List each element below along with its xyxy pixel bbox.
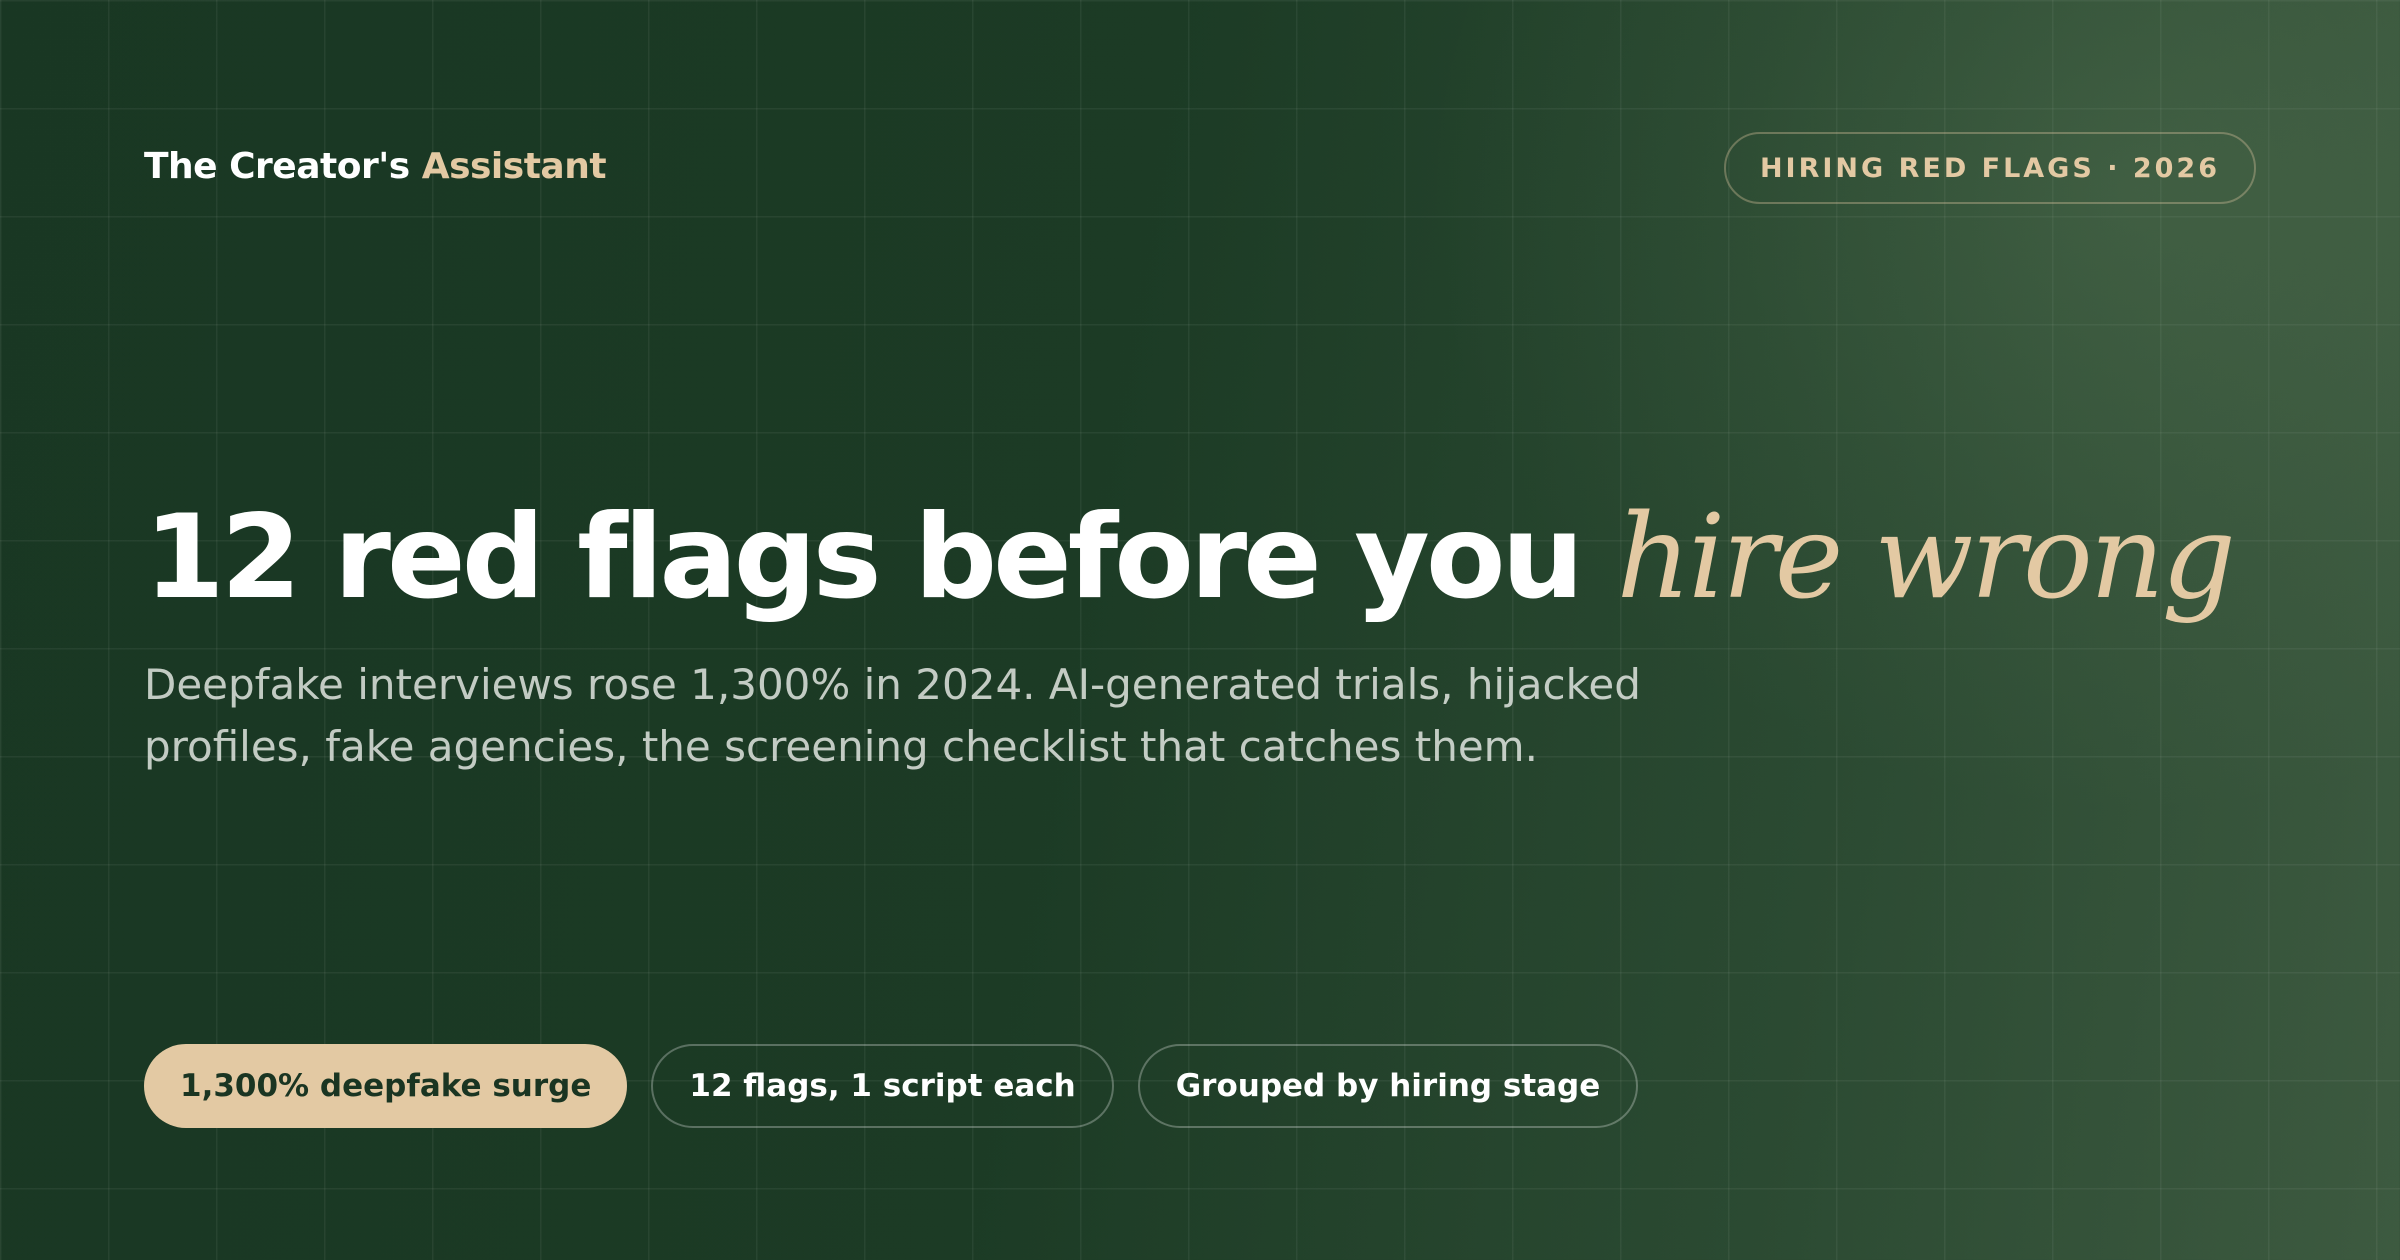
chip-flags-scripts: 12 flags, 1 script each <box>651 1044 1114 1128</box>
page-subtitle: Deepfake interviews rose 1,300% in 2024.… <box>144 660 1641 771</box>
brand-name: The Creator's <box>144 146 410 187</box>
chip-hiring-stage: Grouped by hiring stage <box>1137 1044 1639 1128</box>
chip-deepfake-surge: 1,300% deepfake surge <box>144 1044 628 1128</box>
headline-main: 12 red flags before you <box>144 490 1584 625</box>
feature-chips: 1,300% deepfake surge 12 flags, 1 script… <box>144 1044 1639 1128</box>
topic-tag: HIRING RED FLAGS · 2026 <box>1723 132 2256 204</box>
brand-logo: The Creator's Assistant <box>144 146 607 187</box>
page-headline: 12 red flags before you hire wrong <box>144 488 2236 627</box>
brand-accent: Assistant <box>421 146 607 187</box>
headline-accent: hire wrong <box>1616 490 2236 625</box>
